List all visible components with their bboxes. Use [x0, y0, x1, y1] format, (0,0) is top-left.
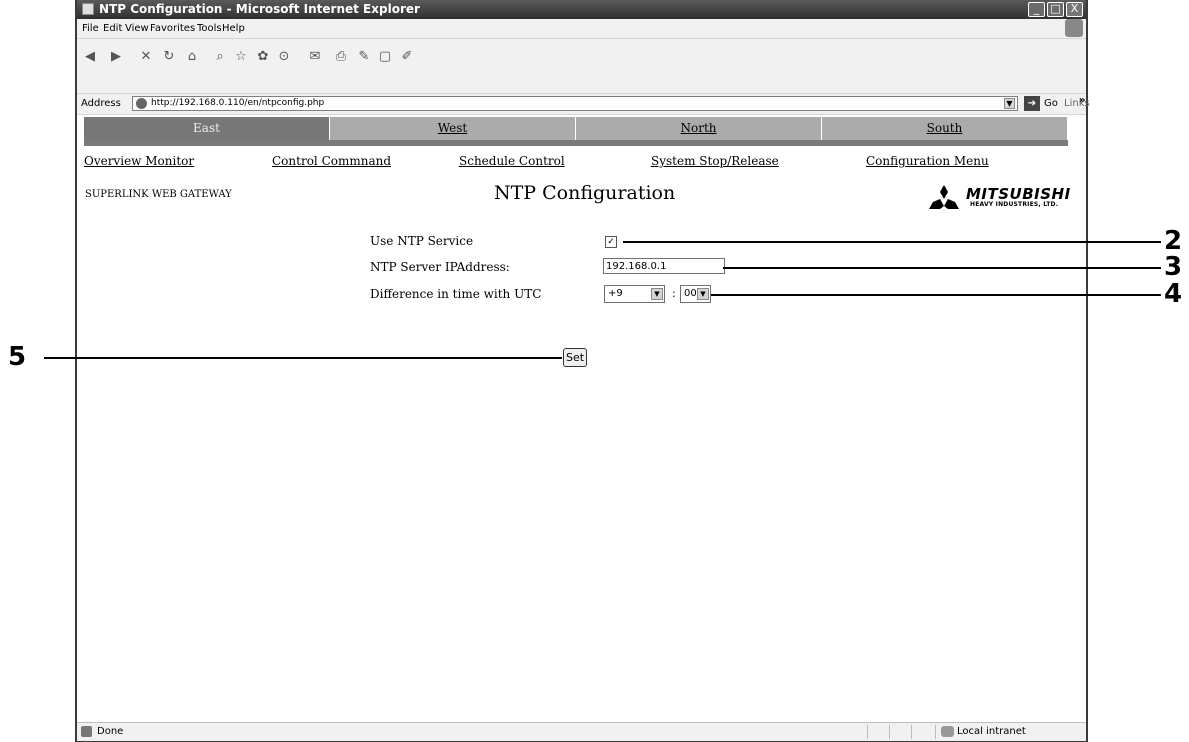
callout-number-5: 5 — [8, 342, 27, 372]
print-icon[interactable]: ⎙ — [334, 50, 348, 64]
tab-west[interactable]: West — [330, 117, 576, 140]
menu-favorites[interactable]: Favorites — [150, 23, 195, 34]
time-colon: : — [672, 287, 676, 300]
favorites-icon[interactable]: ☆ — [234, 50, 248, 64]
callout-number-2: 2 — [1164, 226, 1183, 256]
status-text: Done — [97, 726, 124, 737]
history-icon[interactable]: ⊙ — [277, 50, 291, 64]
address-label: Address — [81, 98, 121, 109]
utc-label: Difference in time with UTC — [370, 287, 542, 301]
checkmark-icon: ✓ — [607, 237, 615, 247]
nav-links: Overview Monitor Control Commnand Schedu… — [84, 154, 1074, 172]
intranet-zone-icon — [941, 726, 954, 737]
browser-window: NTP Configuration - Microsoft Internet E… — [75, 0, 1090, 742]
address-url: http://192.168.0.110/en/ntpconfig.php — [151, 98, 325, 108]
menu-file[interactable]: File — [82, 23, 99, 34]
tab-east[interactable]: East — [84, 117, 330, 140]
tab-south[interactable]: South — [822, 117, 1068, 140]
chevron-down-icon[interactable]: ▼ — [651, 288, 663, 300]
region-tabs: East West North South — [84, 117, 1068, 146]
go-arrow-icon[interactable]: ➔ — [1024, 96, 1040, 111]
set-button[interactable]: Set — [563, 348, 588, 367]
menu-view[interactable]: View — [125, 23, 149, 34]
links-label[interactable]: Links — [1064, 98, 1090, 109]
mail-icon[interactable]: ✉ — [308, 50, 322, 64]
callout-number-3: 3 — [1164, 252, 1183, 282]
forward-icon[interactable]: ▶ — [109, 50, 123, 64]
server-ip-input[interactable] — [603, 258, 725, 274]
ie-app-icon — [82, 3, 94, 15]
three-diamonds-icon — [929, 185, 959, 209]
nav-overview-monitor[interactable]: Overview Monitor — [84, 154, 194, 168]
back-icon[interactable]: ◀ — [83, 50, 97, 64]
menu-help[interactable]: Help — [222, 23, 245, 34]
refresh-icon[interactable]: ↻ — [162, 50, 176, 64]
status-bar: Done Local intranet — [77, 722, 1086, 741]
chevron-down-icon[interactable]: ▼ — [697, 288, 709, 300]
tab-north[interactable]: North — [576, 117, 822, 140]
status-separator — [889, 725, 890, 739]
callout-line-2 — [623, 241, 1161, 243]
go-button[interactable]: Go — [1044, 98, 1058, 109]
status-separator — [867, 725, 868, 739]
status-separator — [935, 725, 936, 739]
media-icon[interactable]: ✿ — [256, 50, 270, 64]
address-bar: Address http://192.168.0.110/en/ntpconfi… — [77, 93, 1090, 115]
callout-line-5 — [44, 357, 562, 359]
use-ntp-label: Use NTP Service — [370, 234, 474, 248]
callout-line-4 — [711, 294, 1161, 296]
nav-system-stop-release[interactable]: System Stop/Release — [651, 154, 779, 168]
minimize-button[interactable]: _ — [1028, 2, 1045, 17]
mitsubishi-logo: MITSUBISHI HEAVY INDUSTRIES, LTD. — [927, 184, 1087, 210]
edit-icon[interactable]: ✎ — [357, 50, 371, 64]
server-ip-label: NTP Server IPAddress: — [370, 260, 510, 274]
utc-minute-select[interactable]: 00 ▼ — [680, 285, 711, 303]
tab-underline-strip — [84, 140, 1068, 146]
callout-number-4: 4 — [1164, 279, 1183, 309]
ie-page-icon — [136, 98, 147, 109]
address-input[interactable]: http://192.168.0.110/en/ntpconfig.php ▼ — [132, 96, 1018, 111]
nav-schedule-control[interactable]: Schedule Control — [459, 154, 565, 168]
callout-line-3 — [723, 267, 1161, 269]
status-separator — [911, 725, 912, 739]
toolbar: ◀ ▶ ✕ ↻ ⌂ ⌕ ☆ ✿ ⊙ ✉ ⎙ ✎ ▢ ✐ — [77, 39, 1086, 93]
maximize-button[interactable]: □ — [1047, 2, 1064, 17]
menu-edit[interactable]: Edit — [103, 23, 122, 34]
menu-bar: File Edit View Favorites Tools Help — [77, 19, 1086, 39]
discuss-icon[interactable]: ▢ — [378, 50, 392, 64]
utc-hour-select[interactable]: +9 ▼ — [604, 285, 665, 303]
nav-configuration-menu[interactable]: Configuration Menu — [866, 154, 989, 168]
research-icon[interactable]: ✐ — [400, 50, 414, 64]
stop-icon[interactable]: ✕ — [139, 50, 153, 64]
window-title: NTP Configuration - Microsoft Internet E… — [99, 2, 420, 16]
title-bar: NTP Configuration - Microsoft Internet E… — [77, 0, 1086, 19]
utc-hour-value: +9 — [608, 288, 623, 299]
close-button[interactable]: X — [1066, 2, 1083, 17]
nav-control-command[interactable]: Control Commnand — [272, 154, 391, 168]
zone-text: Local intranet — [957, 726, 1026, 737]
utc-minute-value: 00 — [684, 288, 697, 299]
links-chevron-icon[interactable]: » — [1079, 95, 1085, 106]
use-ntp-checkbox[interactable]: ✓ — [605, 236, 617, 248]
page-done-icon — [81, 726, 92, 737]
home-icon[interactable]: ⌂ — [185, 50, 199, 64]
address-dropdown-icon[interactable]: ▼ — [1004, 98, 1015, 109]
page-title: NTP Configuration — [494, 182, 676, 204]
gateway-name: SUPERLINK WEB GATEWAY — [85, 189, 232, 200]
search-icon[interactable]: ⌕ — [213, 50, 227, 64]
logo-subtitle: HEAVY INDUSTRIES, LTD. — [970, 201, 1059, 208]
menu-tools[interactable]: Tools — [197, 23, 222, 34]
windows-logo-icon — [1065, 19, 1083, 37]
